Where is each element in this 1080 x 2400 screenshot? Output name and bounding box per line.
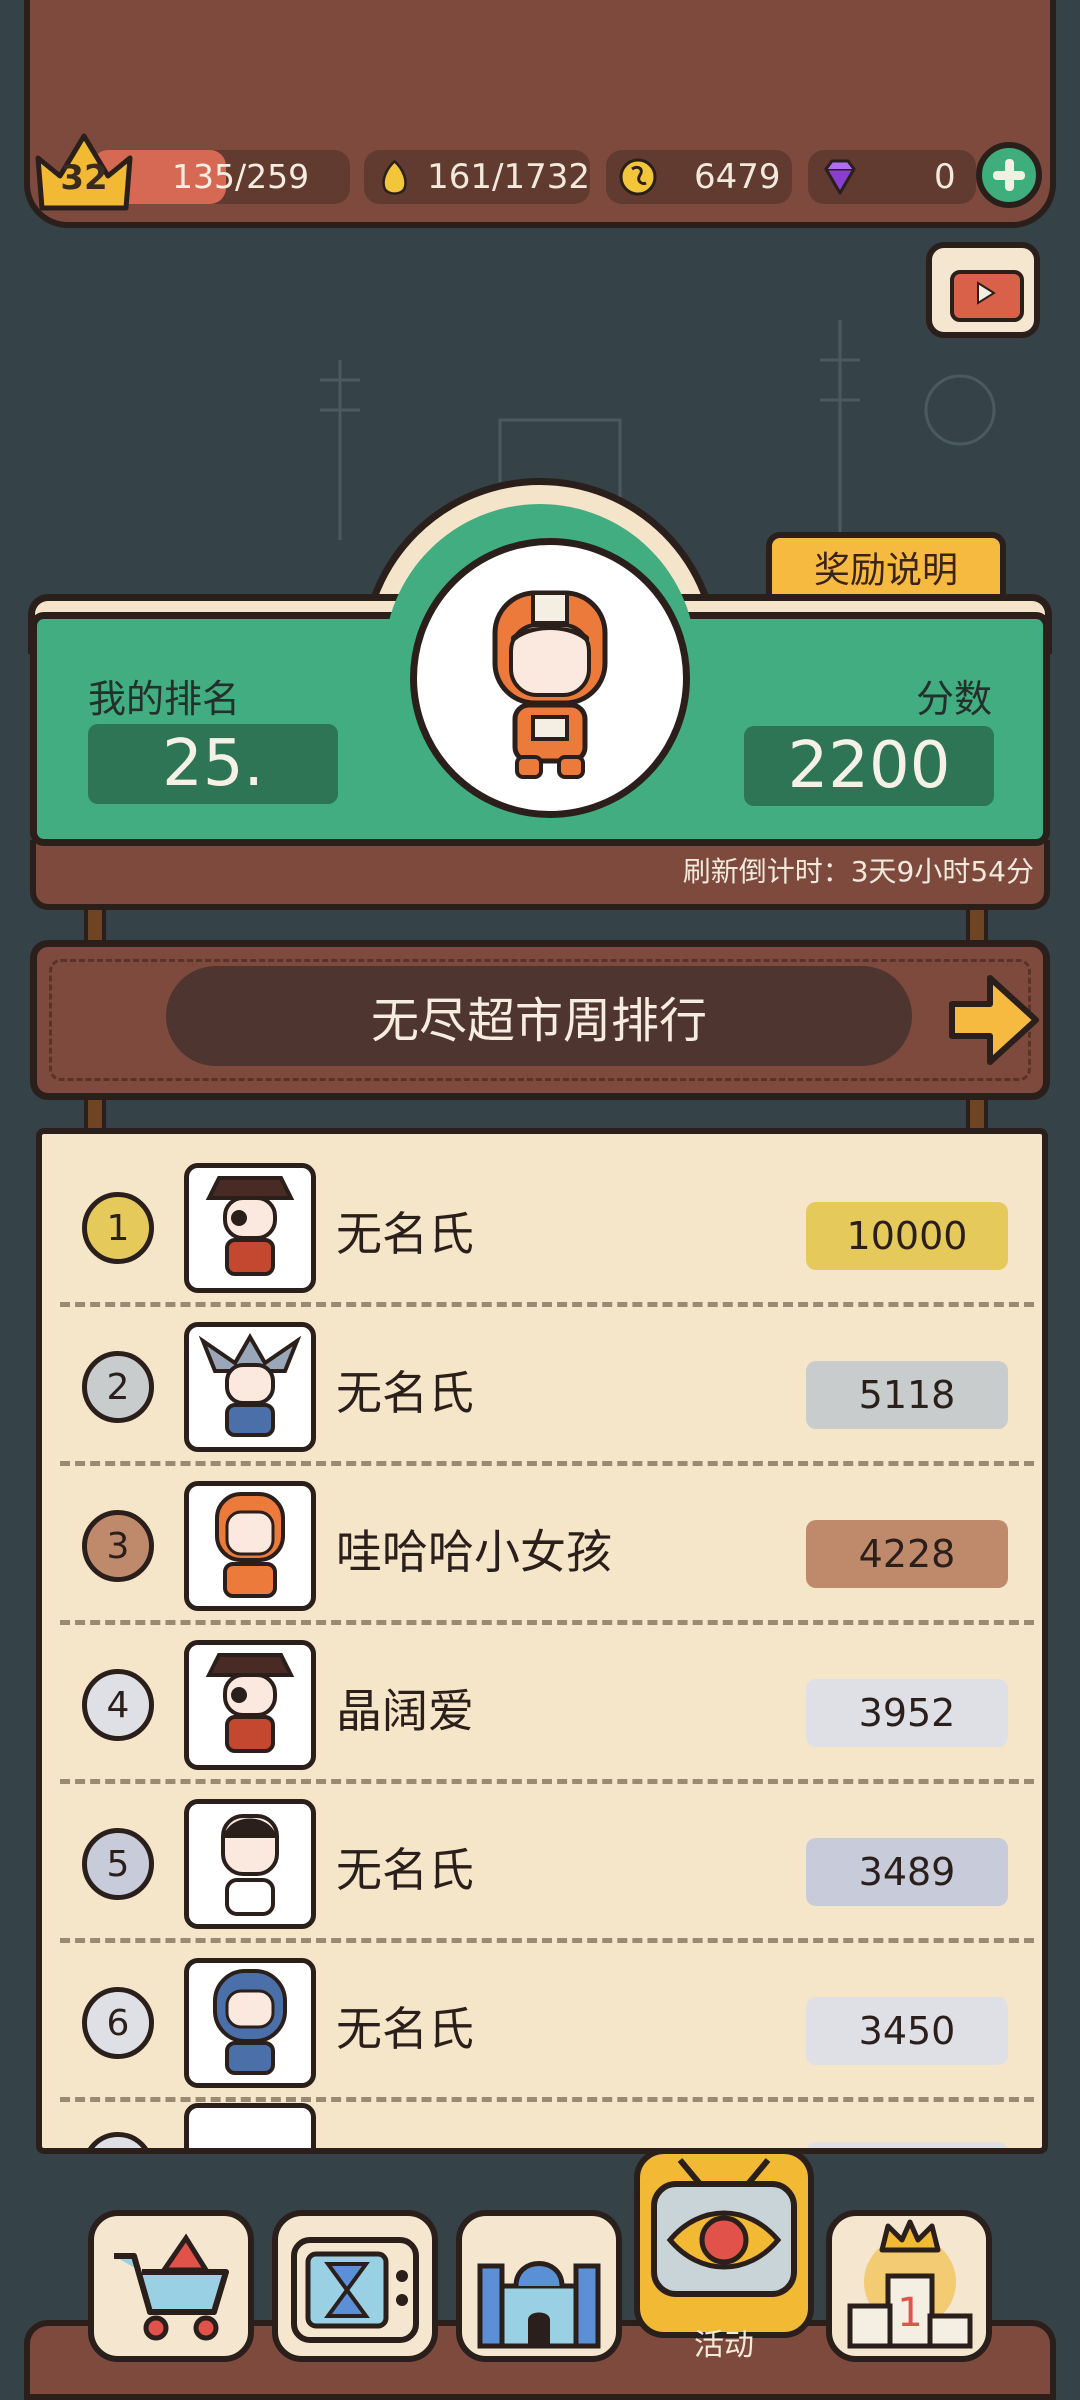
my-score-value: 2200 [744, 726, 994, 806]
player-portrait [184, 1640, 316, 1770]
player-score: 3450 [806, 1997, 1008, 2065]
player-name: 无名氏 [336, 2002, 474, 2056]
next-arrow-icon[interactable] [946, 970, 1042, 1070]
table-row[interactable]: 3 哇哈哈小女孩 4228 [42, 1466, 1042, 1625]
table-row-partial[interactable] [42, 2088, 1042, 2148]
castle-icon [477, 2261, 601, 2349]
player-portrait [184, 1322, 316, 1452]
table-row[interactable]: 6 无名氏 3450 [42, 1943, 1042, 2102]
xp-text: 135/259 [172, 157, 310, 196]
background-sketch [320, 320, 996, 540]
bean-icon [382, 159, 407, 195]
player-name: 无名氏 [336, 1207, 474, 1261]
refresh-countdown: 刷新倒计时：3天9小时54分 [682, 855, 1034, 888]
reward-info-button[interactable]: 奖励说明 [766, 532, 1006, 602]
player-portrait [184, 1958, 316, 2088]
player-name: 晶阔爱 [336, 1684, 474, 1738]
player-portrait [184, 2103, 316, 2148]
my-avatar[interactable] [410, 538, 690, 818]
gem-bar: 0 [808, 150, 976, 204]
score-label: 分数 [916, 677, 993, 721]
rank-badge: 4 [82, 1669, 154, 1741]
coin-text: 6479 [694, 157, 781, 197]
my-rank-label: 我的排名 [88, 677, 241, 721]
rank-badge: 1 [82, 1192, 154, 1264]
player-score: 4228 [806, 1520, 1008, 1588]
table-row[interactable]: 5 无名氏 3489 [42, 1784, 1042, 1943]
podium-icon: 1 [847, 2219, 973, 2349]
nav-events[interactable] [634, 2148, 814, 2338]
cart-icon [114, 2233, 229, 2341]
nav-events-label: 活动 [694, 2328, 754, 2363]
coin-bar: 6479 [606, 150, 792, 204]
gem-text: 0 [934, 157, 956, 197]
rank-badge: 5 [82, 1828, 154, 1900]
rank-badge: 6 [82, 1987, 154, 2059]
table-row[interactable]: 2 无名氏 5118 [42, 1307, 1042, 1466]
player-score: 3952 [806, 1679, 1008, 1747]
player-name: 无名氏 [336, 1366, 474, 1420]
rank-badge: 3 [82, 1510, 154, 1582]
player-score: 10000 [806, 1202, 1008, 1270]
nav-city[interactable] [456, 2210, 622, 2362]
player-name: 哇哈哈小女孩 [336, 1525, 612, 1579]
rank-badge [82, 2132, 154, 2148]
gem-icon [824, 159, 856, 195]
table-row[interactable]: 4 晶阔爱 3952 [42, 1625, 1042, 1784]
countdown-strip: 刷新倒计时：3天9小时54分 [30, 840, 1050, 910]
ranking-list: 1 无名氏 10000 2 无名氏 5118 3 哇哈哈小女孩 4228 4 晶阔爱 3952 5 无名氏… [36, 1128, 1048, 2154]
food-bar: 161/1732 [364, 150, 590, 204]
player-portrait [184, 1163, 316, 1293]
astronaut-avatar-icon [492, 590, 608, 779]
svg-text:1: 1 [897, 2290, 922, 2336]
level-number: 32 [60, 158, 108, 198]
tv-hourglass-icon [291, 2237, 419, 2343]
player-portrait [184, 1481, 316, 1611]
nav-ranking[interactable]: 1 [826, 2210, 992, 2362]
tv-eye-icon [651, 2158, 797, 2297]
my-rank-value: 25. [88, 724, 338, 804]
player-score: 3489 [806, 1838, 1008, 1906]
rank-badge: 2 [82, 1351, 154, 1423]
player-score [806, 2142, 1008, 2148]
player-portrait [184, 1799, 316, 1929]
nav-shop[interactable] [88, 2210, 254, 2362]
coin-icon [619, 158, 657, 196]
table-row[interactable]: 1 无名氏 10000 [42, 1148, 1042, 1307]
nav-timer[interactable] [272, 2210, 438, 2362]
leaderboard-title: 无尽超市周排行 [166, 966, 912, 1066]
food-text: 161/1732 [427, 157, 590, 197]
add-currency-button[interactable] [976, 142, 1042, 208]
player-name: 无名氏 [336, 1843, 474, 1897]
player-score: 5118 [806, 1361, 1008, 1429]
